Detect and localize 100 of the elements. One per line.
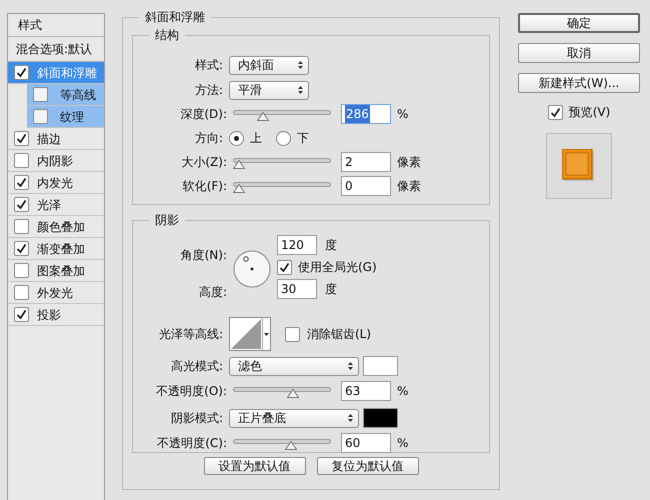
checkmark-icon <box>16 67 27 78</box>
field-label: 不透明度(C): <box>156 435 228 452</box>
field-label: 阴影模式: <box>170 410 224 427</box>
checkmark-icon <box>550 106 561 118</box>
style-preview-swatch <box>562 149 596 183</box>
slider-thumb[interactable] <box>287 389 300 398</box>
sidebar-subitem[interactable]: 等高线 <box>27 84 104 106</box>
updown-icon <box>347 361 354 371</box>
field-label: 深度(D): <box>179 106 228 123</box>
slider-track[interactable] <box>233 107 331 121</box>
checkbox[interactable] <box>33 109 48 124</box>
color-swatch[interactable] <box>363 408 398 428</box>
checkbox-label: 使用全局光(G) <box>298 259 377 276</box>
radio-option[interactable]: 上 <box>229 129 262 147</box>
number-field[interactable]: 120 <box>277 235 317 255</box>
radio-option[interactable]: 下 <box>276 129 309 147</box>
updown-icon <box>347 413 354 423</box>
contour-curve-icon <box>230 318 262 350</box>
checkmark-icon <box>16 177 27 188</box>
checkbox[interactable] <box>14 219 29 234</box>
checkbox-label: 消除锯齿(L) <box>307 326 372 343</box>
field-label: 不透明度(O): <box>155 383 228 400</box>
updown-icon <box>297 60 304 70</box>
radio-button[interactable] <box>276 130 291 146</box>
checkmark-icon <box>16 309 27 320</box>
field-label: 角度(N): <box>180 247 228 264</box>
sidebar-item[interactable]: 外发光 <box>8 282 104 304</box>
checkbox[interactable] <box>33 87 48 102</box>
slider-track[interactable] <box>233 179 331 193</box>
number-field[interactable]: 286 <box>341 104 391 124</box>
checkbox[interactable] <box>14 175 29 190</box>
dropdown[interactable]: 平滑 <box>229 80 309 100</box>
default-button[interactable]: 复位为默认值 <box>316 457 418 475</box>
unit-label: % <box>397 435 408 452</box>
unit-label: % <box>397 106 408 123</box>
number-field[interactable]: 30 <box>277 279 317 299</box>
caret-icon <box>264 332 269 336</box>
sidebar-title: 样式 <box>18 17 42 34</box>
number-field[interactable]: 63 <box>341 381 391 401</box>
dialog-button[interactable]: 确定 <box>518 13 640 33</box>
sidebar-item[interactable]: 描边 <box>8 128 104 150</box>
unit-label: 度 <box>325 237 337 254</box>
checkbox[interactable] <box>14 131 29 146</box>
dialog-button[interactable]: 新建样式(W)... <box>518 73 640 93</box>
field-label: 高光模式: <box>170 358 224 375</box>
dropdown[interactable]: 内斜面 <box>229 56 309 74</box>
sidebar-item[interactable]: 投影 <box>8 304 104 326</box>
default-button[interactable]: 设置为默认值 <box>204 457 306 475</box>
field-label: 光泽等高线: <box>158 326 224 343</box>
field-label: 高度: <box>198 284 228 301</box>
checkbox[interactable] <box>14 307 29 322</box>
sidebar-item[interactable]: 渐变叠加 <box>8 238 104 260</box>
angle-dial[interactable] <box>233 250 271 288</box>
updown-icon <box>297 85 304 95</box>
checkbox[interactable] <box>14 285 29 300</box>
number-field[interactable]: 0 <box>341 176 391 196</box>
group-title: 斜面和浮雕 <box>139 8 211 26</box>
checkmark-icon <box>279 262 290 272</box>
field-label: 软化(F): <box>182 178 228 195</box>
slider-thumb[interactable] <box>233 160 245 169</box>
slider-thumb[interactable] <box>284 441 297 450</box>
number-field[interactable]: 60 <box>341 433 391 453</box>
slider-track[interactable] <box>233 155 331 169</box>
checkbox[interactable] <box>14 263 29 278</box>
sidebar-item[interactable]: 图案叠加 <box>8 260 104 282</box>
color-swatch[interactable] <box>363 356 398 376</box>
checkbox[interactable] <box>277 260 292 274</box>
sidebar-item[interactable]: 光泽 <box>8 194 104 216</box>
group-title: 阴影 <box>149 211 185 229</box>
slider-track[interactable] <box>233 384 331 398</box>
sidebar-item[interactable]: 内发光 <box>8 172 104 194</box>
checkbox[interactable] <box>285 326 300 342</box>
radio-button[interactable] <box>229 130 244 146</box>
slider-thumb[interactable] <box>257 112 270 121</box>
number-field[interactable]: 2 <box>341 152 391 172</box>
checkbox-label: 预览(V) <box>568 104 610 121</box>
sidebar-subitem[interactable]: 纹理 <box>27 106 104 128</box>
checkmark-icon <box>16 199 27 210</box>
unit-label: 度 <box>325 281 337 298</box>
field-label: 方向: <box>194 130 224 147</box>
sidebar-item[interactable]: 颜色叠加 <box>8 216 104 238</box>
unit-label: % <box>397 383 408 400</box>
slider-thumb[interactable] <box>233 184 245 193</box>
checkmark-icon <box>16 133 27 144</box>
slider-track[interactable] <box>233 436 331 450</box>
dropdown[interactable]: 滤色 <box>229 356 359 376</box>
checkbox[interactable] <box>14 65 29 80</box>
checkbox[interactable] <box>14 241 29 256</box>
field-label: 大小(Z): <box>180 154 228 171</box>
checkbox[interactable] <box>14 197 29 212</box>
sidebar-item[interactable]: 混合选项:默认 <box>16 40 92 58</box>
contour-picker[interactable] <box>229 317 271 351</box>
unit-label: 像素 <box>397 154 421 171</box>
sidebar-item[interactable]: 内阴影 <box>8 150 104 172</box>
unit-label: 像素 <box>397 178 421 195</box>
dialog-button[interactable]: 取消 <box>518 43 640 63</box>
dropdown[interactable]: 正片叠底 <box>229 408 359 428</box>
checkmark-icon <box>16 243 27 254</box>
checkbox[interactable] <box>14 153 29 168</box>
checkbox[interactable] <box>548 104 563 120</box>
